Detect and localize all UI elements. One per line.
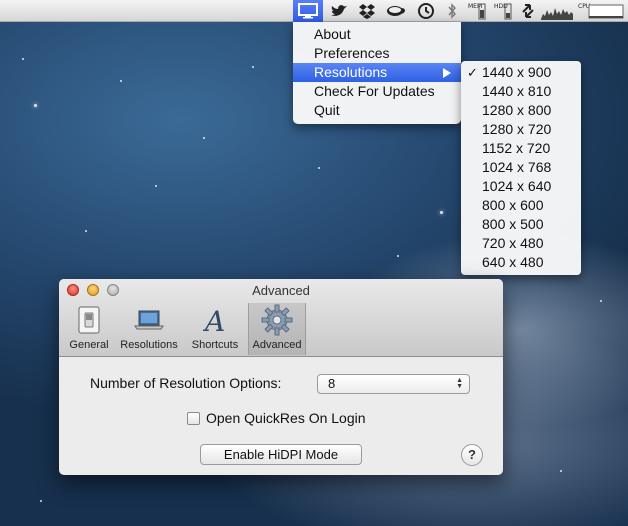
menu-item-preferences[interactable]: Preferences <box>293 44 461 63</box>
window-titlebar: Advanced General Resolutions A Shortcuts… <box>59 279 503 357</box>
resolution-item[interactable]: 1024 x 768 <box>461 158 581 177</box>
laptop-icon <box>116 303 182 337</box>
menu-item-quit[interactable]: Quit <box>293 101 461 120</box>
activity-graph-icon[interactable] <box>540 0 574 22</box>
select-value: 8 <box>328 376 336 391</box>
star <box>440 211 443 214</box>
bluetooth-icon[interactable] <box>443 0 461 22</box>
resolution-item[interactable]: 1280 x 720 <box>461 120 581 139</box>
resolution-label: 1440 x 900 <box>482 64 552 80</box>
star <box>600 300 602 302</box>
star <box>318 167 320 169</box>
resolution-item[interactable]: 1152 x 720 <box>461 139 581 158</box>
checkmark-icon: ✓ <box>467 65 478 80</box>
star <box>40 500 42 502</box>
star <box>560 470 562 472</box>
star <box>397 255 399 257</box>
preferences-window: Advanced General Resolutions A Shortcuts… <box>59 279 503 475</box>
display-icon[interactable] <box>293 0 323 22</box>
open-on-login-label[interactable]: Open QuickRes On Login <box>206 410 366 426</box>
window-title: Advanced <box>252 283 310 298</box>
resolutions-submenu: ✓ 1440 x 900 1440 x 810 1280 x 800 1280 … <box>461 61 581 275</box>
cpu-meter-icon[interactable]: CPU <box>576 0 626 22</box>
tab-general[interactable]: General <box>65 303 113 355</box>
star <box>22 58 24 60</box>
tab-label: General <box>69 339 109 351</box>
coffee-cup-icon[interactable] <box>383 0 409 22</box>
tab-label: Advanced <box>252 339 302 351</box>
font-a-icon: A <box>186 303 244 337</box>
time-machine-icon[interactable] <box>413 0 439 22</box>
enable-hidpi-button[interactable]: Enable HiDPI Mode <box>200 444 362 465</box>
memory-meter-icon[interactable]: MEM <box>466 0 488 22</box>
resolution-item[interactable]: 1280 x 800 <box>461 101 581 120</box>
resolution-item[interactable]: 1440 x 810 <box>461 82 581 101</box>
resolution-item[interactable]: ✓ 1440 x 900 <box>461 63 581 82</box>
menu-item-about[interactable]: About <box>293 25 461 44</box>
cpu-label: CPU <box>578 3 590 10</box>
switch-icon <box>65 303 113 337</box>
star <box>155 185 157 187</box>
resolution-item[interactable]: 640 x 480 <box>461 253 581 272</box>
twitter-bird-icon[interactable] <box>327 0 351 22</box>
resolution-item[interactable]: 800 x 500 <box>461 215 581 234</box>
help-button[interactable]: ? <box>461 444 483 466</box>
tab-label: Shortcuts <box>191 339 239 351</box>
resolution-item[interactable]: 1024 x 640 <box>461 177 581 196</box>
submenu-arrow-icon <box>443 68 451 78</box>
tab-label: Resolutions <box>120 339 178 351</box>
gear-icon <box>249 303 305 337</box>
app-menu: About Preferences Resolutions Check For … <box>293 22 461 124</box>
resolution-item[interactable]: 800 x 600 <box>461 196 581 215</box>
open-on-login-row: Open QuickRes On Login <box>187 410 366 426</box>
menu-item-check-updates[interactable]: Check For Updates <box>293 82 461 101</box>
star <box>203 137 205 139</box>
resolution-item[interactable]: 720 x 480 <box>461 234 581 253</box>
number-of-options-select[interactable]: 8 ▲ ▼ <box>317 374 470 394</box>
tab-advanced[interactable]: Advanced <box>248 303 306 355</box>
svg-text:A: A <box>202 305 225 335</box>
star <box>120 80 122 82</box>
select-arrows-icon: ▲ ▼ <box>456 377 463 390</box>
network-arrows-icon[interactable] <box>518 0 538 22</box>
tab-resolutions[interactable]: Resolutions <box>116 303 182 355</box>
star <box>85 230 87 232</box>
hdd-meter-icon[interactable]: HDD <box>492 0 514 22</box>
open-on-login-checkbox[interactable] <box>187 411 200 425</box>
menu-item-resolutions[interactable]: Resolutions <box>293 63 461 82</box>
menu-bar: MEM HDD CPU <box>0 0 628 22</box>
tab-shortcuts[interactable]: A Shortcuts <box>186 303 244 355</box>
dropbox-icon[interactable] <box>355 0 379 22</box>
star <box>252 66 254 68</box>
number-of-options-label: Number of Resolution Options: <box>90 375 282 391</box>
menu-item-label: Resolutions <box>314 64 388 80</box>
star <box>34 104 37 107</box>
